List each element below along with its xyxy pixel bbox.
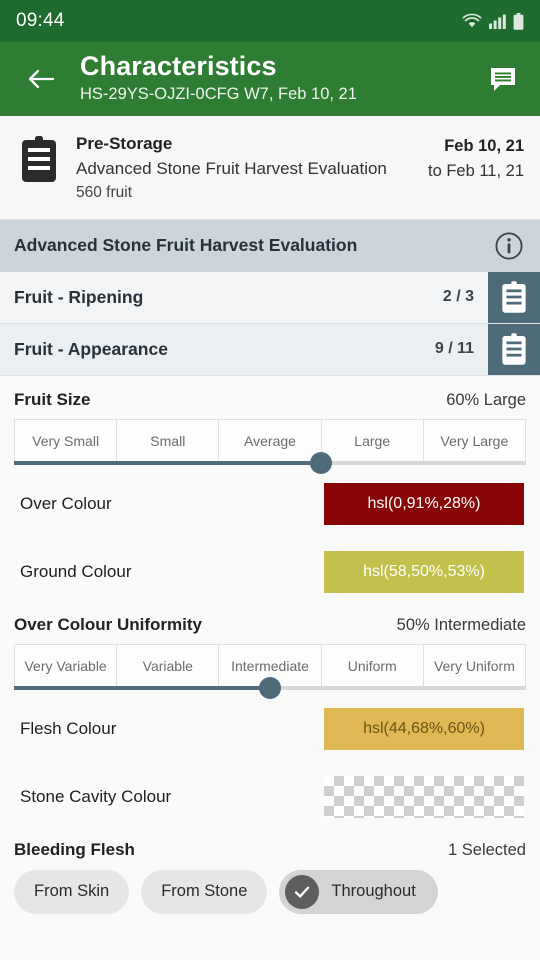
field-bleeding-flesh: Bleeding Flesh 1 Selected [0, 826, 540, 860]
chip-check-badge [285, 874, 320, 909]
group-clipboard-button[interactable] [488, 323, 540, 375]
field-ground-colour: Ground Colour hsl(58,50%,53%) [0, 543, 540, 601]
page-subtitle: HS-29YS-OJZI-0CFG W7, Feb 10, 21 [80, 85, 357, 104]
slider-option[interactable]: Very Large [424, 420, 525, 462]
slider-segments: Very Small Small Average Large Very Larg… [14, 418, 526, 463]
content-spacer [0, 913, 540, 960]
slider-option[interactable]: Large [322, 419, 424, 462]
summary-dates: Feb 10, 21 to Feb 11, 21 [420, 132, 524, 184]
slider-track[interactable] [14, 676, 526, 699]
status-bar: 09:44 [0, 0, 540, 42]
battery-icon [513, 12, 524, 30]
field-label: Fruit Size [14, 389, 91, 409]
slider-option[interactable]: Small [117, 419, 220, 462]
summary-protocol: Advanced Stone Fruit Harvest Evaluation [76, 158, 387, 178]
status-time: 09:44 [16, 10, 65, 31]
assessment-summary-card[interactable]: Pre-Storage Advanced Stone Fruit Harvest… [0, 116, 540, 220]
field-label: Stone Cavity Colour [20, 786, 172, 806]
summary-text: Pre-Storage Advanced Stone Fruit Harvest… [62, 132, 420, 205]
slider-thumb[interactable] [259, 676, 281, 699]
field-label: Ground Colour [20, 561, 132, 581]
field-header: Over Colour Uniformity 50% Intermediate [14, 601, 526, 635]
group-label: Fruit - Ripening [14, 286, 144, 307]
field-fruit-size: Fruit Size 60% Large Very Small Small Av… [0, 376, 540, 474]
chip-from-stone[interactable]: From Stone [141, 869, 268, 914]
chip-throughout[interactable]: Throughout [279, 869, 438, 914]
slider-option[interactable]: Very Small [15, 419, 118, 462]
field-over-colour-uniformity: Over Colour Uniformity 50% Intermediate … [0, 601, 540, 699]
group-count: 2 / 3 [442, 288, 474, 306]
field-header: Fruit Size 60% Large [14, 376, 526, 410]
summary-date-to: to Feb 11, 21 [427, 161, 524, 180]
slider-track-fill [14, 460, 322, 465]
field-value: 60% Large [446, 390, 526, 409]
field-flesh-colour: Flesh Colour hsl(44,68%,60%) [0, 700, 540, 758]
bleeding-flesh-chips: From Skin From Stone Throughout [0, 860, 540, 914]
field-label: Over Colour [20, 493, 112, 513]
summary-clipboard-icon-wrap [16, 132, 62, 182]
field-stone-cavity-colour: Stone Cavity Colour [0, 768, 540, 826]
app-screen: 09:44 Characteristics HS-29YS-OJZI-0CFG … [0, 0, 540, 960]
check-icon [295, 886, 310, 898]
chip-from-skin[interactable]: From Skin [14, 869, 130, 914]
group-clipboard-button[interactable] [488, 271, 540, 323]
comment-icon [491, 68, 515, 91]
colour-swatch-stone-cavity-colour[interactable] [324, 775, 524, 818]
summary-stage: Pre-Storage [76, 134, 173, 153]
back-button[interactable] [20, 58, 62, 100]
over-colour-uniformity-slider[interactable]: Very Variable Variable Intermediate Unif… [14, 643, 526, 699]
field-label: Over Colour Uniformity [14, 614, 202, 634]
field-header: Bleeding Flesh 1 Selected [14, 826, 526, 860]
group-row-fruit-ripening[interactable]: Fruit - Ripening 2 / 3 [0, 271, 540, 324]
field-label: Flesh Colour [20, 718, 117, 738]
chip-label: From Stone [161, 882, 248, 901]
fruit-size-slider[interactable]: Very Small Small Average Large Very Larg… [14, 418, 526, 474]
slider-option[interactable]: Average [219, 419, 322, 462]
app-bar-titles: Characteristics HS-29YS-OJZI-0CFG W7, Fe… [80, 52, 480, 105]
clipboard-icon [502, 333, 526, 365]
slider-thumb[interactable] [310, 451, 333, 474]
chip-label: From Skin [34, 882, 110, 901]
arrow-left-icon [28, 69, 55, 89]
colour-swatch-flesh-colour[interactable]: hsl(44,68%,60%) [324, 707, 524, 750]
colour-swatch-over-colour[interactable]: hsl(0,91%,28%) [324, 482, 524, 525]
protocol-header: Advanced Stone Fruit Harvest Evaluation [0, 219, 540, 272]
slider-track[interactable] [14, 451, 526, 474]
chip-label: Throughout [331, 882, 416, 901]
field-label: Bleeding Flesh [14, 839, 135, 859]
info-circle-icon [495, 232, 523, 260]
page-title: Characteristics [80, 51, 277, 82]
group-label: Fruit - Appearance [14, 338, 168, 359]
scroll-content[interactable]: Pre-Storage Advanced Stone Fruit Harvest… [0, 116, 540, 960]
summary-sample-count: 560 fruit [76, 184, 133, 202]
status-icons [462, 12, 524, 30]
summary-date-from: Feb 10, 21 [444, 137, 524, 155]
colour-swatch-ground-colour[interactable]: hsl(58,50%,53%) [324, 550, 524, 593]
protocol-title: Advanced Stone Fruit Harvest Evaluation [14, 235, 358, 256]
info-button[interactable] [492, 229, 526, 263]
clipboard-icon [22, 136, 56, 182]
slider-option[interactable]: Very Uniform [424, 645, 525, 687]
group-count: 9 / 11 [434, 340, 474, 358]
field-over-colour: Over Colour hsl(0,91%,28%) [0, 475, 540, 533]
cellular-signal-icon [489, 13, 506, 29]
slider-option[interactable]: Uniform [322, 644, 424, 687]
field-value: 1 Selected [448, 840, 526, 859]
group-row-fruit-appearance[interactable]: Fruit - Appearance 9 / 11 [0, 323, 540, 376]
slider-option[interactable]: Variable [117, 644, 220, 687]
clipboard-icon [502, 281, 526, 313]
app-bar: Characteristics HS-29YS-OJZI-0CFG W7, Fe… [0, 42, 540, 116]
wifi-icon [462, 13, 482, 29]
comment-button[interactable] [480, 56, 526, 102]
slider-option[interactable]: Very Variable [15, 644, 118, 687]
slider-track-fill [14, 685, 270, 690]
field-value: 50% Intermediate [396, 615, 526, 634]
